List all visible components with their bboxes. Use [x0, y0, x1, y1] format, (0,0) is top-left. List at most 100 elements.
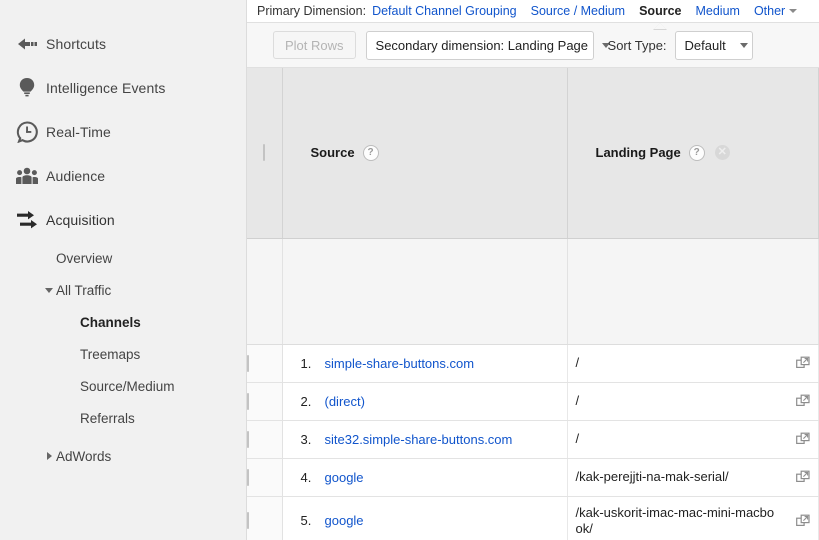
column-header-source[interactable]: Source ? — [282, 68, 568, 239]
column-header-landing-page-label: Landing Page — [595, 145, 681, 161]
sidebar-item-acquisition[interactable]: Acquisition — [0, 198, 246, 242]
sort-type-select[interactable]: Default — [674, 30, 753, 60]
shortcuts-arrow-icon — [8, 35, 46, 53]
sidebar-subitem-label: Overview — [56, 250, 113, 266]
row-landing-page-cell: / — [567, 420, 819, 459]
dimension-tab-medium[interactable]: Medium — [695, 4, 739, 18]
chevron-down-icon — [739, 42, 748, 48]
row-source-link[interactable]: site32.simple-share-buttons.com — [325, 432, 513, 447]
row-landing-page-cell: / — [567, 382, 819, 421]
column-header-source-label: Source — [310, 145, 355, 161]
secondary-dimension-value: Secondary dimension: Landing Page — [375, 37, 589, 53]
row-source-link[interactable]: (direct) — [325, 394, 365, 409]
table-row[interactable]: 3. site32.simple-share-buttons.com / — [247, 420, 819, 459]
row-checkbox[interactable] — [247, 430, 249, 448]
dimension-tab-source-medium[interactable]: Source / Medium — [531, 4, 625, 18]
row-rank: 3. — [300, 431, 312, 447]
sidebar-item-real-time[interactable]: Real-Time — [0, 110, 246, 154]
secondary-dimension-select[interactable]: Secondary dimension: Landing Page — [365, 30, 611, 60]
row-source-link[interactable]: google — [325, 470, 364, 485]
sidebar-subitem-label: All Traffic — [56, 282, 112, 298]
remove-secondary-dimension-icon[interactable]: ✕ — [714, 145, 730, 161]
row-landing-page-text: / — [575, 393, 580, 408]
chevron-right-icon[interactable] — [44, 451, 54, 461]
data-table-wrapper: Source ? Landing Page ? ✕ 1. simple-shar… — [247, 67, 819, 540]
sidebar-item-audience[interactable]: Audience — [0, 154, 246, 198]
sidebar-item-channels[interactable]: Channels — [0, 306, 246, 338]
primary-dimension-label: Primary Dimension: — [257, 4, 367, 18]
sidebar-subitem-label: Referrals — [80, 410, 135, 426]
sidebar-item-label: Acquisition — [46, 212, 115, 228]
row-checkbox[interactable] — [247, 354, 249, 372]
row-select-cell — [247, 458, 283, 497]
sidebar-item-referrals[interactable]: Referrals — [0, 402, 246, 434]
sidebar-item-shortcuts[interactable]: Shortcuts — [0, 22, 246, 66]
row-rank: 5. — [300, 513, 312, 528]
row-landing-page-cell: /kak-perejjti-na-mak-serial/ — [567, 458, 819, 497]
sidebar-item-adwords[interactable]: AdWords — [0, 440, 246, 472]
sidebar-item-all-traffic[interactable]: All Traffic — [0, 274, 246, 306]
chevron-down-icon[interactable] — [44, 285, 54, 295]
primary-dimension-bar: Primary Dimension: Default Channel Group… — [247, 0, 819, 30]
dimension-other-label: Other — [753, 4, 786, 18]
table-body: 1. simple-share-buttons.com / 2. (direct… — [247, 238, 819, 540]
row-source-link[interactable]: simple-share-buttons.com — [325, 356, 475, 371]
dimension-tab-source[interactable]: Source — [639, 4, 682, 30]
sidebar-item-label: Shortcuts — [46, 36, 107, 52]
row-select-cell — [247, 420, 283, 459]
help-icon[interactable]: ? — [362, 144, 379, 161]
totals-check-cell — [247, 238, 283, 345]
acquisition-subnav: Overview All Traffic Channels Treemaps S… — [0, 242, 246, 472]
row-checkbox[interactable] — [247, 392, 249, 410]
table-row[interactable]: 2. (direct) / — [247, 382, 819, 421]
sidebar-item-overview[interactable]: Overview — [0, 242, 246, 274]
plot-rows-button[interactable]: Plot Rows — [273, 31, 356, 59]
chevron-down-icon — [789, 9, 798, 13]
open-in-new-window-icon[interactable] — [795, 394, 812, 408]
totals-landing-cell — [567, 238, 819, 345]
dimension-tab-source-label: Source — [639, 4, 682, 18]
row-source-link[interactable]: google — [325, 513, 364, 528]
table-row[interactable]: 1. simple-share-buttons.com / — [247, 344, 819, 383]
row-checkbox[interactable] — [247, 512, 249, 529]
row-landing-page-cell: / — [567, 344, 819, 383]
row-select-cell — [247, 496, 283, 540]
analytics-app: Shortcuts Intelligence Events Real-Time … — [0, 0, 819, 540]
sidebar-subitem-label: Treemaps — [80, 346, 141, 362]
sidebar-item-intelligence-events[interactable]: Intelligence Events — [0, 66, 246, 110]
row-select-cell — [247, 344, 283, 383]
table-totals-placeholder-row — [247, 238, 819, 345]
left-sidebar: Shortcuts Intelligence Events Real-Time … — [0, 0, 247, 540]
data-table: Source ? Landing Page ? ✕ 1. simple-shar… — [247, 68, 819, 540]
select-all-checkbox[interactable] — [263, 144, 266, 162]
dimension-tab-other[interactable]: Other — [753, 4, 798, 18]
select-all-header-cell — [247, 68, 283, 239]
dimension-tab-default-channel-grouping[interactable]: Default Channel Grouping — [372, 4, 517, 18]
row-source-cell: 1. simple-share-buttons.com — [282, 344, 568, 383]
column-header-landing-page[interactable]: Landing Page ? ✕ — [567, 68, 819, 239]
sidebar-subitem-label: Channels — [80, 314, 141, 330]
open-in-new-window-icon[interactable] — [795, 514, 812, 528]
table-row[interactable]: 4. google /kak-perejjti-na-mak-serial/ — [247, 458, 819, 497]
arrows-icon — [8, 209, 46, 231]
row-landing-page-text: / — [575, 355, 580, 370]
people-icon — [8, 167, 46, 185]
sidebar-subitem-label: Source/Medium — [80, 378, 175, 394]
open-in-new-window-icon[interactable] — [795, 432, 812, 446]
open-in-new-window-icon[interactable] — [795, 470, 812, 484]
row-source-cell: 3. site32.simple-share-buttons.com — [282, 420, 568, 459]
primary-nav: Shortcuts Intelligence Events Real-Time … — [0, 0, 246, 242]
sidebar-item-source-medium[interactable]: Source/Medium — [0, 370, 246, 402]
help-icon[interactable]: ? — [688, 144, 705, 161]
table-header-row: Source ? Landing Page ? ✕ — [247, 68, 819, 239]
row-source-cell: 2. (direct) — [282, 382, 568, 421]
row-rank: 4. — [300, 469, 312, 485]
row-rank: 2. — [300, 393, 312, 409]
main-content: Primary Dimension: Default Channel Group… — [247, 0, 819, 540]
sidebar-item-treemaps[interactable]: Treemaps — [0, 338, 246, 370]
row-checkbox[interactable] — [247, 468, 249, 486]
open-in-new-window-icon[interactable] — [795, 356, 812, 370]
table-row[interactable]: 5. google /kak-uskorit-imac-mac-mini-mac… — [247, 496, 819, 540]
row-landing-page-cell: /kak-uskorit-imac-mac-mini-macbook/ — [567, 496, 819, 540]
sidebar-subitem-label: AdWords — [56, 448, 112, 464]
